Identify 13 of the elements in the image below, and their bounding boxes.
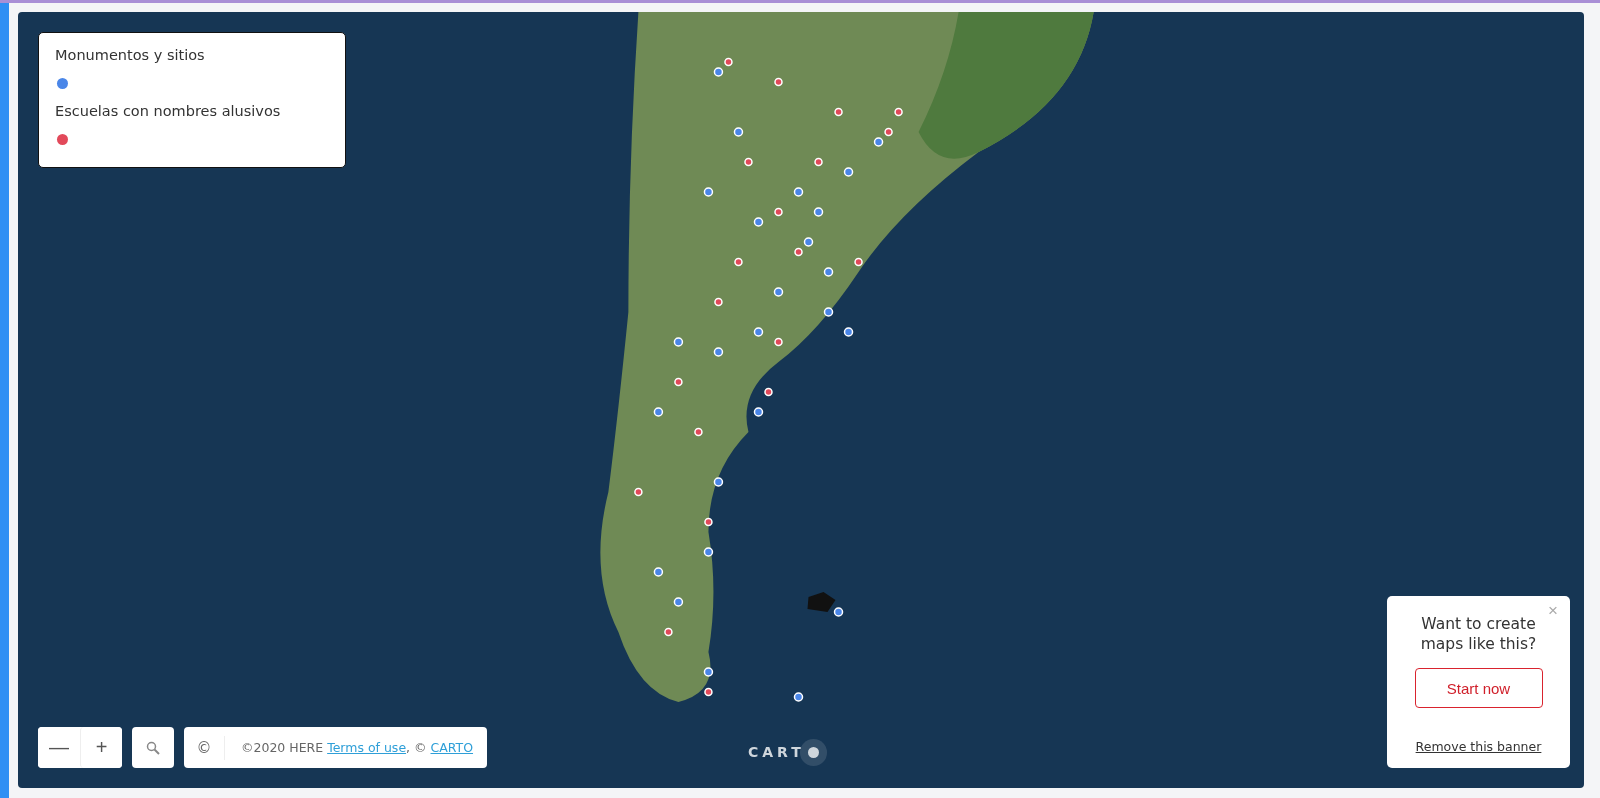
banner-title: Want to create maps like this? [1419, 614, 1538, 654]
search-icon [146, 740, 160, 755]
remove-banner-link[interactable]: Remove this banner [1415, 739, 1542, 754]
attribution-text: ©2020 HERE [241, 740, 325, 755]
search-button[interactable] [132, 727, 174, 768]
legend-label: Monumentos y sitios [55, 47, 206, 63]
satellite-map[interactable]: Monumentos y sitios Escuelas con nombres alusivos — + © ©2020 HERE Terms of use, © CARTO CART × Want to create maps like this? Start now Remove this banner [18, 12, 1584, 788]
zoom-in-button[interactable]: + [80, 727, 122, 768]
legend-label: Escuelas con nombres alusivos [55, 103, 282, 119]
attribution-text: , © [406, 740, 428, 755]
logo-dot-icon [807, 746, 819, 758]
start-now-button[interactable]: Start now [1414, 668, 1543, 708]
logo-text: CART [748, 744, 805, 760]
